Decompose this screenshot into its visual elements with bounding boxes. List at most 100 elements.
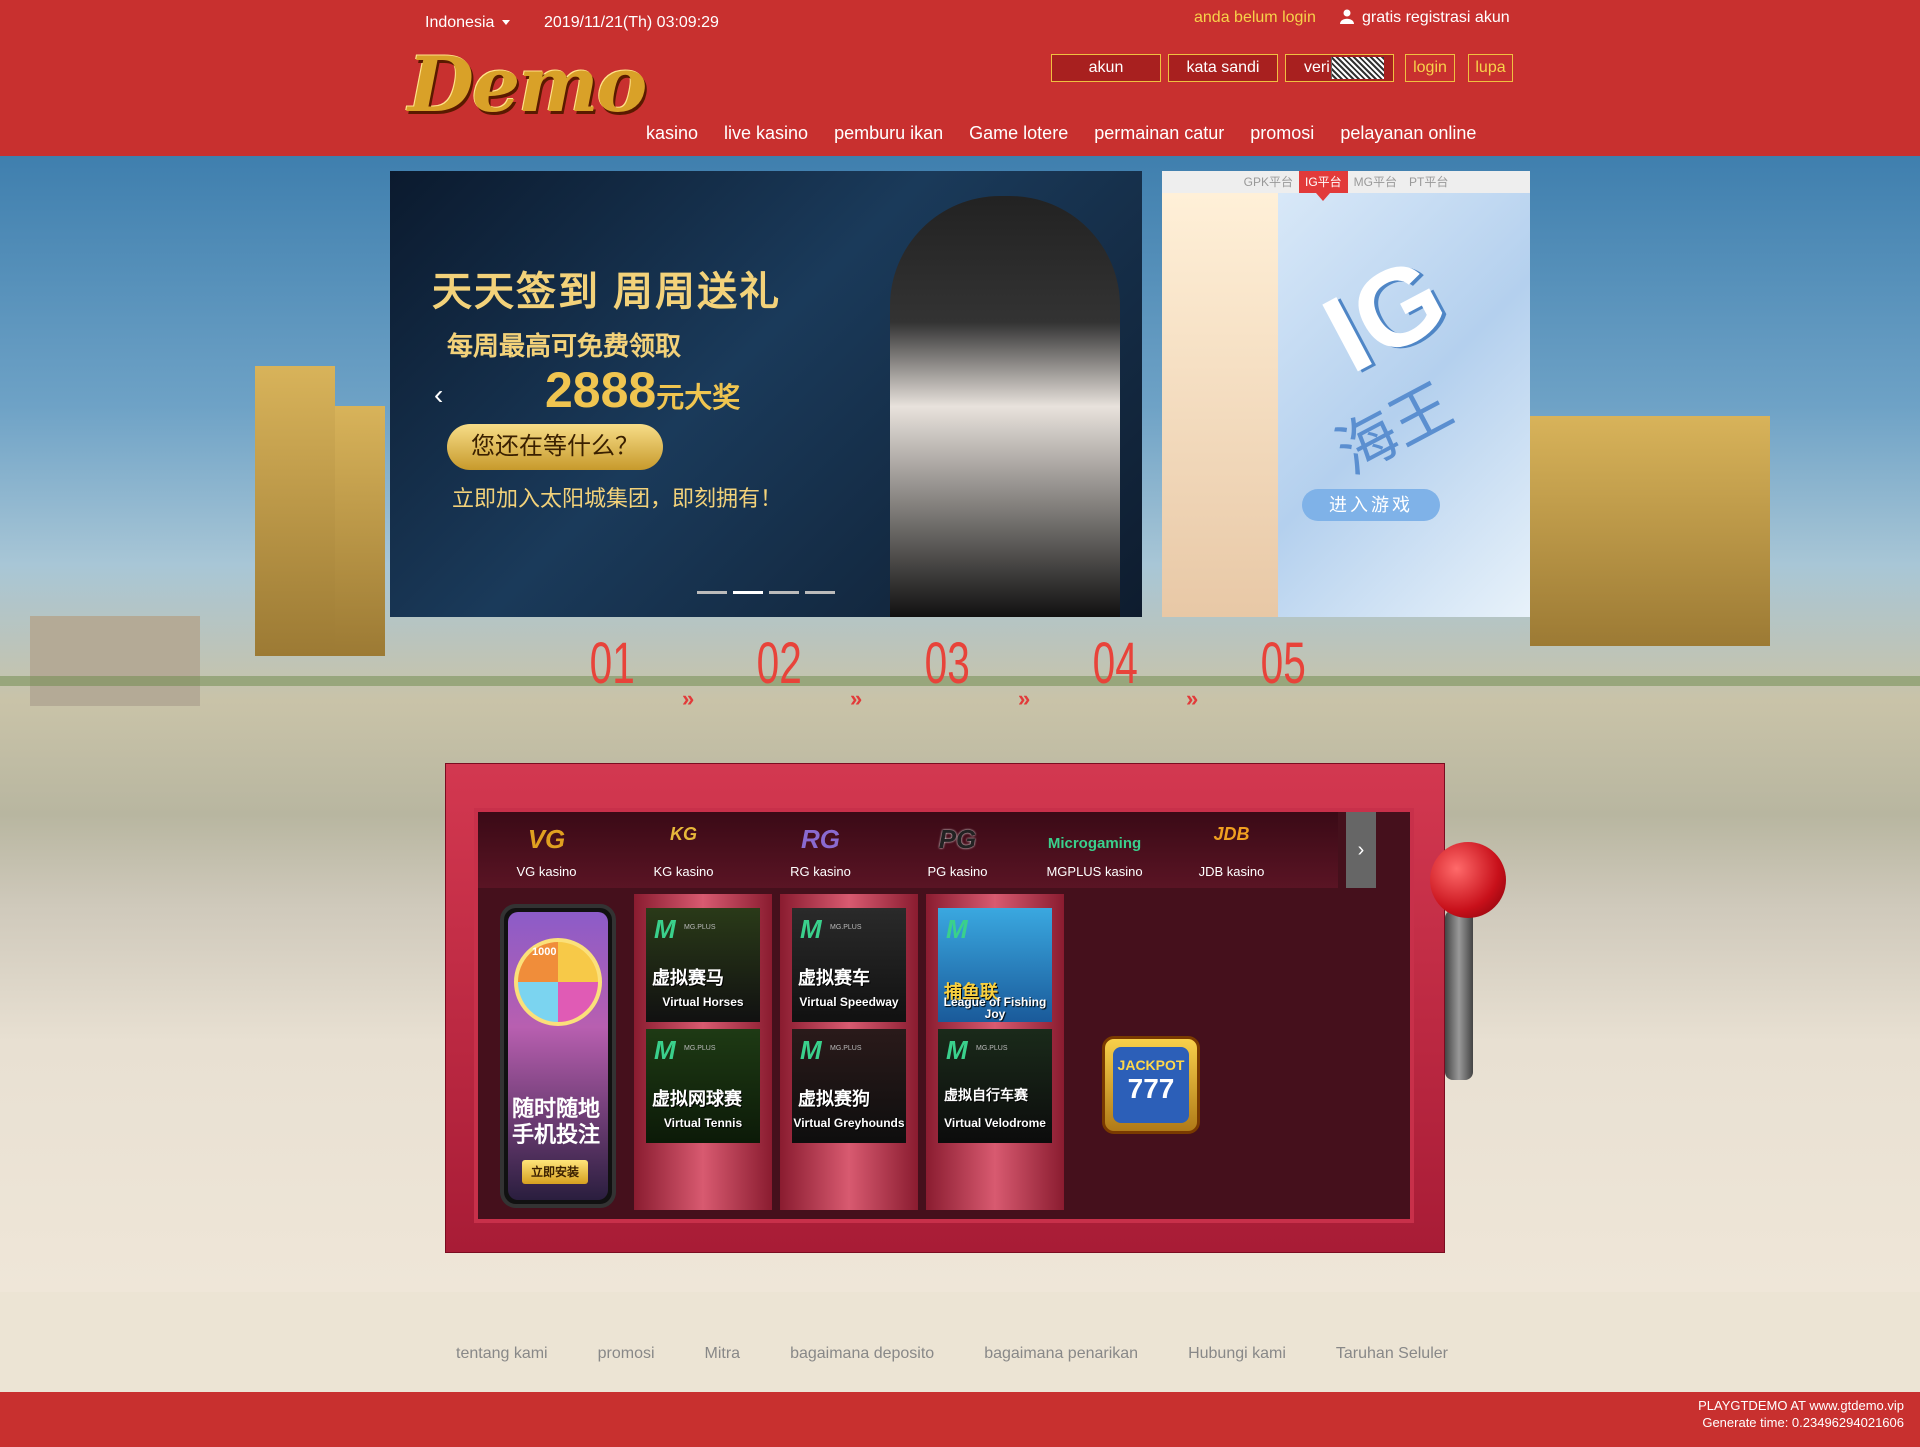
tab-pt[interactable]: PT平台 (1403, 171, 1454, 193)
nav-kasino[interactable]: kasino (646, 123, 698, 144)
game-title-cn: 虚拟自行车赛 (944, 1087, 1028, 1103)
password-input[interactable] (1168, 54, 1278, 82)
game-title-cn: 虚拟赛车 (798, 968, 870, 988)
game-title-en: Virtual Speedway (799, 995, 899, 1009)
provider-rg[interactable]: RG RG kasino (752, 812, 889, 888)
install-app-button[interactable]: 立即安装 (522, 1160, 588, 1184)
slide-dot[interactable] (805, 591, 835, 594)
nav-game-lotere[interactable]: Game lotere (969, 123, 1068, 144)
copyright-line: PLAYGTDEMO AT www.gtdemo.vip (1698, 1398, 1904, 1413)
provider-bar: VG VG kasino KG KG kasino RG RG kasino P… (478, 812, 1338, 888)
banner-model-image (890, 196, 1120, 617)
language-selector[interactable]: Indonesia (425, 14, 511, 32)
enter-game-button[interactable]: 进入游戏 (1302, 489, 1440, 521)
register-link[interactable]: gratis registrasi akun (1340, 9, 1510, 27)
footer-link-withdraw[interactable]: bagaimana penarikan (984, 1345, 1138, 1363)
chevron-left-icon[interactable]: ‹ (434, 379, 443, 411)
slide-dot-active[interactable] (733, 591, 763, 594)
provider-name: VG kasino (516, 864, 577, 879)
wheel-value: 1000 (532, 946, 557, 958)
nav-live-kasino[interactable]: live kasino (724, 123, 808, 144)
provider-name: RG kasino (790, 864, 851, 879)
banner-amount-suffix: 元大奖 (656, 382, 741, 413)
tile-brand: MG.PLUS (830, 924, 862, 931)
game-title-cn: 虚拟赛马 (652, 968, 724, 988)
game-tile-virtual-tennis[interactable]: M MG.PLUS 虚拟网球赛 Virtual Tennis (646, 1029, 760, 1143)
provider-mgplus[interactable]: Microgaming MGPLUS kasino (1026, 812, 1163, 888)
game-tile-virtual-greyhounds[interactable]: M MG.PLUS 虚拟赛狗 Virtual Greyhounds (792, 1029, 906, 1143)
game-tile-league-of-fishing-joy[interactable]: M 捕鱼联 League of Fishing Joy (938, 908, 1052, 1022)
site-logo[interactable]: Demo (408, 40, 647, 129)
step-number: 03 (924, 631, 970, 696)
footer-link-mobile[interactable]: Taruhan Seluler (1336, 1345, 1448, 1363)
game-reel-1: M MG.PLUS 虚拟赛马 Virtual Horses M MG.PLUS 虚拟… (634, 894, 772, 1210)
provider-name: KG kasino (653, 864, 714, 879)
login-button[interactable]: login (1405, 54, 1455, 82)
footer-link-about[interactable]: tentang kami (456, 1345, 548, 1363)
game-tile-virtual-horses[interactable]: M MG.PLUS 虚拟赛马 Virtual Horses (646, 908, 760, 1022)
nav-promosi[interactable]: promosi (1250, 123, 1314, 144)
nav-pelayanan-online[interactable]: pelayanan online (1340, 123, 1476, 144)
provider-name: PG kasino (927, 864, 988, 879)
provider-logo: JDB (1213, 824, 1250, 844)
footer-link-partner[interactable]: Mitra (705, 1345, 741, 1363)
platform-panel: IG 海王 进入游戏 GPK平台 IG平台 MG平台 PT平台 (1162, 171, 1530, 617)
captcha-image[interactable] (1331, 57, 1384, 79)
jackpot-number: 777 (1127, 1073, 1175, 1104)
slot-lever-knob[interactable] (1430, 842, 1506, 918)
mgplus-icon: M (946, 914, 968, 944)
mgplus-icon: M (654, 1035, 676, 1065)
footer-link-promo[interactable]: promosi (598, 1345, 655, 1363)
chevron-right-icon: › (1357, 839, 1365, 861)
step-number: 04 (1092, 631, 1138, 696)
banner-title: 天天签到 周周送礼 (432, 270, 782, 314)
provider-name: JDB kasino (1198, 864, 1265, 879)
server-datetime: 2019/11/21(Th) 03:09:29 (544, 14, 719, 31)
tab-gpk[interactable]: GPK平台 (1238, 171, 1299, 193)
provider-jdb[interactable]: JDB JDB kasino (1163, 812, 1300, 888)
mgplus-icon: M (946, 1035, 968, 1065)
banner-subtitle: 每周最高可免费领取 (447, 331, 682, 361)
game-title-en: Virtual Greyhounds (793, 1116, 905, 1130)
slot-machine: VG VG kasino KG KG kasino RG RG kasino P… (445, 763, 1445, 1253)
game-title-en: League of Fishing Joy (943, 995, 1047, 1021)
slide-dot[interactable] (769, 591, 799, 594)
forgot-button[interactable]: lupa (1468, 54, 1513, 82)
logo-text: Demo (408, 40, 647, 129)
building-right (1530, 416, 1770, 646)
step-2: 02 (747, 630, 812, 697)
provider-pg[interactable]: PG PG kasino (889, 812, 1026, 888)
footer-link-deposit[interactable]: bagaimana deposito (790, 1345, 934, 1363)
provider-logo: Microgaming (1047, 835, 1142, 852)
banner-cta-button[interactable]: 您还在等什么？ (447, 424, 663, 470)
provider-kg[interactable]: KG KG kasino (615, 812, 752, 888)
username-input[interactable] (1051, 54, 1161, 82)
mgplus-icon: M (654, 914, 676, 944)
game-tile-virtual-velodrome[interactable]: M MG.PLUS 虚拟自行车赛 Virtual Velodrome (938, 1029, 1052, 1143)
banner-amount: 2888元大奖 (545, 361, 740, 419)
provider-logo: PG (938, 824, 977, 854)
footer-link-contact[interactable]: Hubungi kami (1188, 1345, 1286, 1363)
generate-time: Generate time: 0.23496294021606 (1702, 1415, 1904, 1430)
nav-pemburu-ikan[interactable]: pemburu ikan (834, 123, 943, 144)
road-gate (30, 616, 200, 706)
mobile-app-promo[interactable]: 1000 随时随地 手机投注 立即安装 (500, 904, 616, 1208)
header: Indonesia 2019/11/21(Th) 03:09:29 anda b… (0, 0, 1920, 156)
provider-next-button[interactable]: › (1346, 812, 1376, 888)
tile-brand: MG.PLUS (684, 1045, 716, 1052)
game-title-cn: 虚拟赛狗 (798, 1089, 870, 1109)
game-title-en: Virtual Horses (662, 995, 744, 1009)
tab-ig[interactable]: IG平台 (1298, 171, 1348, 201)
jackpot-button[interactable]: JACKPOT 777 (1102, 1036, 1200, 1134)
nav-permainan-catur[interactable]: permainan catur (1094, 123, 1224, 144)
provider-logo: RG (801, 824, 840, 854)
register-label: gratis registrasi akun (1362, 9, 1510, 26)
footer-bar (0, 1392, 1920, 1447)
game-tile-virtual-speedway[interactable]: M MG.PLUS 虚拟赛车 Virtual Speedway (792, 908, 906, 1022)
game-reel-2: M MG.PLUS 虚拟赛车 Virtual Speedway M MG.PLUS … (780, 894, 918, 1210)
promo-banner[interactable]: 天天签到 周周送礼 每周最高可免费领取 2888元大奖 您还在等什么？ 立即加入… (390, 171, 1142, 617)
game-title-cn: 虚拟网球赛 (652, 1089, 742, 1109)
provider-vg[interactable]: VG VG kasino (478, 812, 615, 888)
tab-mg[interactable]: MG平台 (1348, 171, 1403, 193)
slide-dot[interactable] (697, 591, 727, 594)
